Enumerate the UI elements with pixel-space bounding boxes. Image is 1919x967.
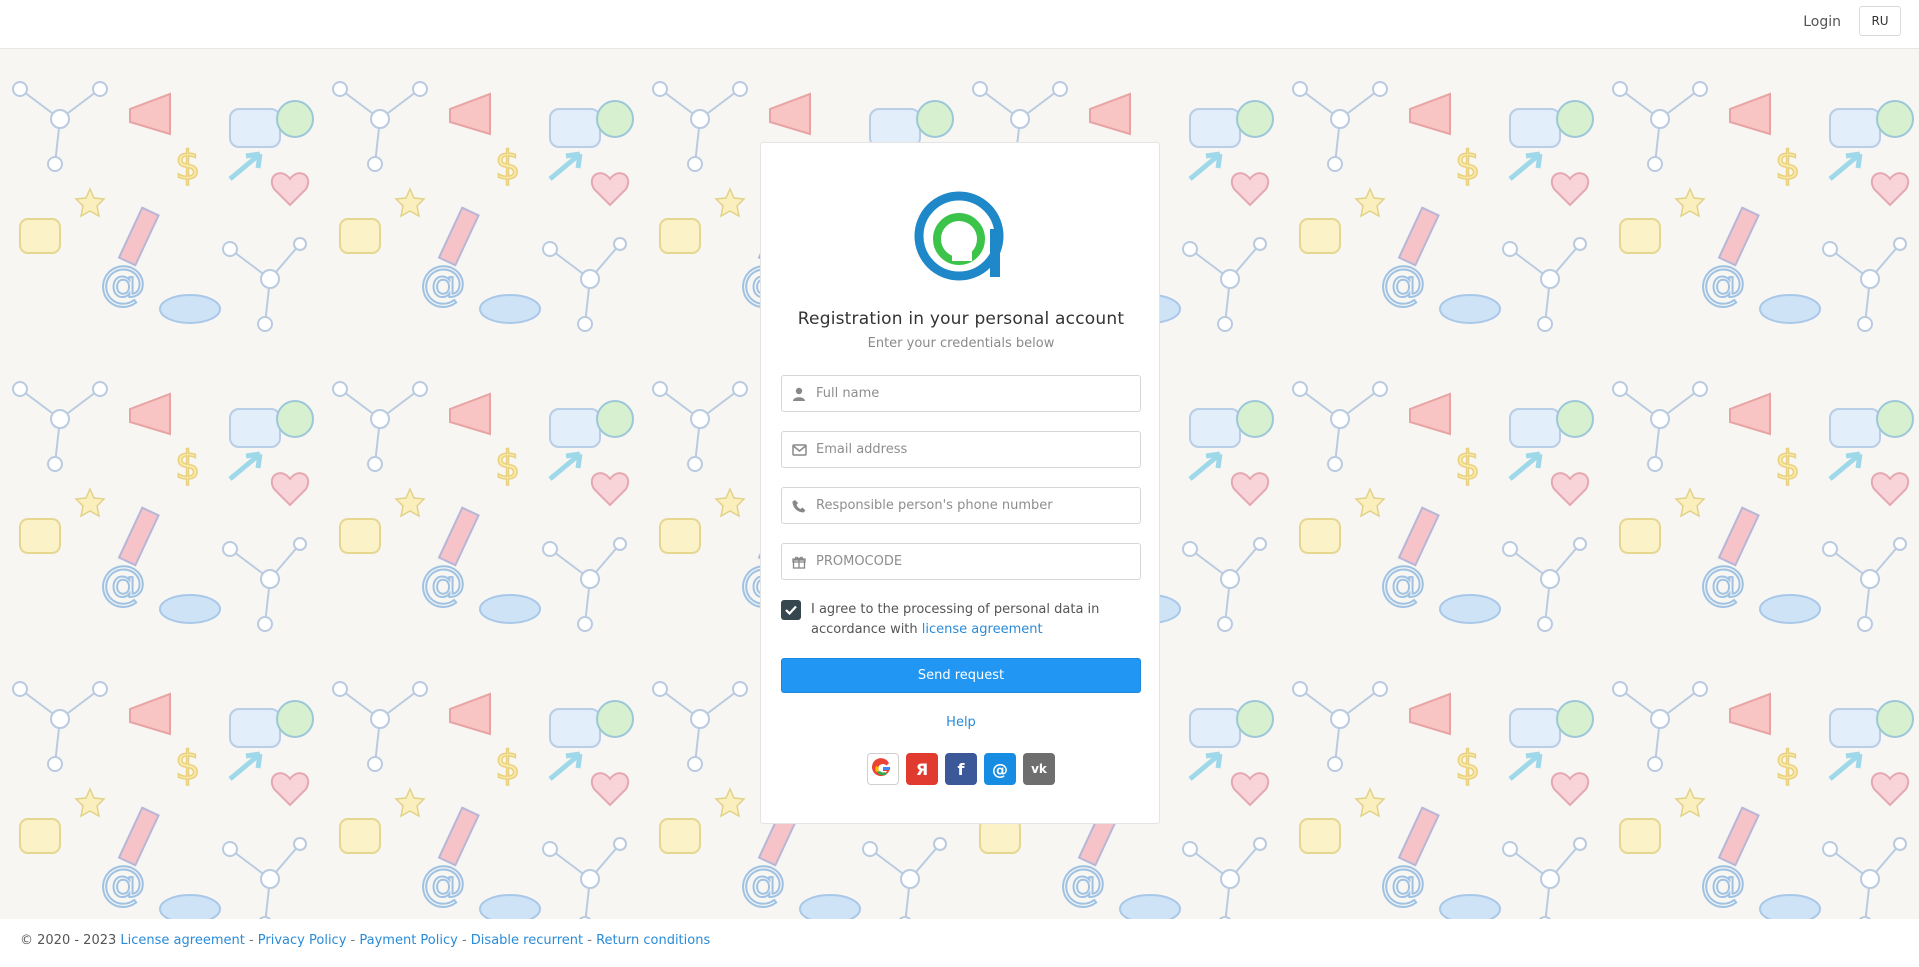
mailru-icon[interactable]: @ xyxy=(984,753,1016,785)
footer-links: © 2020 - 2023 License agreement - Privac… xyxy=(20,933,710,948)
page-subtitle: Enter your credentials below xyxy=(867,336,1055,351)
vk-icon[interactable]: vk xyxy=(1023,753,1055,785)
send-request-button[interactable]: Send request xyxy=(781,658,1141,693)
agreement-text: I agree to the processing of personal da… xyxy=(811,600,1141,640)
footer-link-return-conditions[interactable]: Return conditions xyxy=(596,933,710,948)
promocode-input[interactable] xyxy=(816,554,1126,569)
agreement-block: I agree to the processing of personal da… xyxy=(781,598,1141,642)
registration-card: Registration in your personal account En… xyxy=(760,142,1160,824)
full-name-field[interactable] xyxy=(781,375,1141,412)
footer-separator: - xyxy=(457,933,471,948)
help-link[interactable]: Help xyxy=(761,715,1161,730)
login-link[interactable]: Login xyxy=(1803,14,1841,30)
social-login-row: Я f @ vk xyxy=(867,753,1057,785)
envelope-icon xyxy=(782,432,816,467)
facebook-icon[interactable]: f xyxy=(945,753,977,785)
page-title: Registration in your personal account xyxy=(797,309,1125,329)
google-icon[interactable] xyxy=(867,753,899,785)
phone-input[interactable] xyxy=(816,498,1126,513)
full-name-input[interactable] xyxy=(816,386,1126,401)
yandex-icon[interactable]: Я xyxy=(906,753,938,785)
brand-logo-icon xyxy=(914,191,1004,281)
email-input[interactable] xyxy=(816,442,1126,457)
copyright-text: © 2020 - 2023 xyxy=(20,933,117,948)
footer-link-disable-recurrent[interactable]: Disable recurrent xyxy=(471,933,583,948)
email-field[interactable] xyxy=(781,431,1141,468)
promocode-field[interactable] xyxy=(781,543,1141,580)
gift-icon xyxy=(782,544,816,579)
footer-link-license-agreement[interactable]: License agreement xyxy=(120,933,244,948)
license-agreement-link[interactable]: license agreement xyxy=(922,622,1043,637)
top-bar: Login RU xyxy=(0,0,1919,49)
footer-separator: - xyxy=(583,933,597,948)
checkmark-icon xyxy=(785,605,797,615)
user-icon xyxy=(782,376,816,411)
footer: © 2020 - 2023 License agreement - Privac… xyxy=(0,919,1919,967)
phone-icon xyxy=(782,488,816,523)
footer-separator: - xyxy=(244,933,258,948)
agreement-checkbox[interactable] xyxy=(781,600,801,620)
footer-link-payment-policy[interactable]: Payment Policy xyxy=(359,933,457,948)
language-switch-button[interactable]: RU xyxy=(1859,6,1901,36)
phone-field[interactable] xyxy=(781,487,1141,524)
footer-link-privacy-policy[interactable]: Privacy Policy xyxy=(258,933,347,948)
footer-separator: - xyxy=(346,933,360,948)
